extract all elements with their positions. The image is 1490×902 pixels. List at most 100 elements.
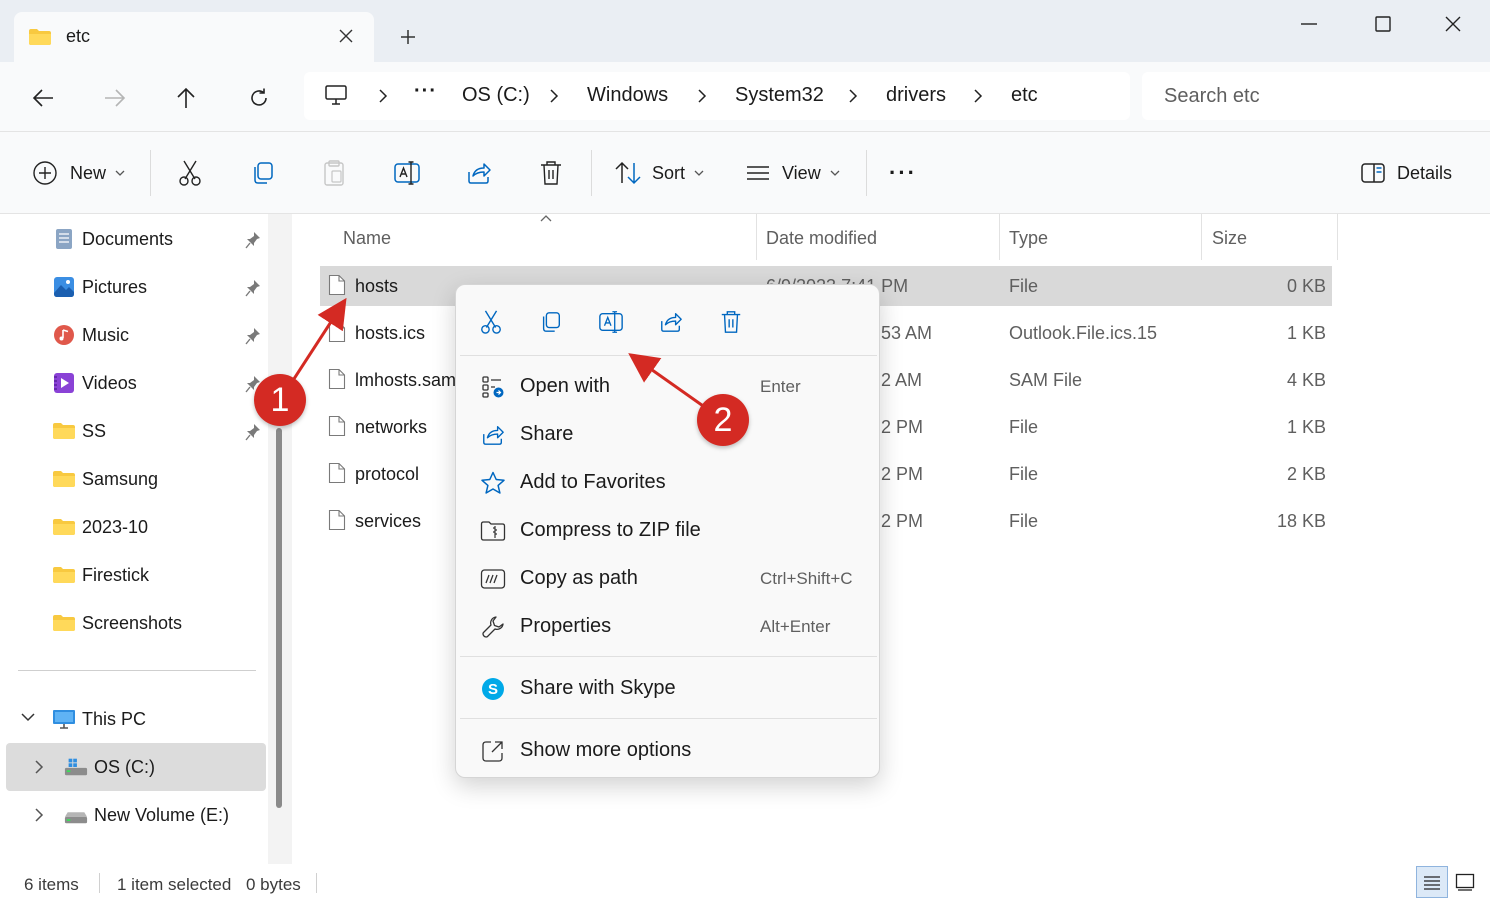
sidebar-item-pictures[interactable]: Pictures [52, 269, 147, 305]
details-pane-icon [1361, 163, 1385, 183]
breadcrumb-system32[interactable]: System32 [735, 84, 824, 107]
tab-close-button[interactable] [332, 22, 360, 50]
pin-icon[interactable] [245, 423, 261, 441]
context-share-button[interactable] [656, 307, 686, 337]
minimize-button[interactable] [1286, 8, 1332, 40]
skype-icon: S [480, 676, 506, 702]
chevron-down-icon[interactable] [20, 712, 36, 722]
sidebar-item-firestick[interactable]: Firestick [52, 557, 149, 593]
details-view-toggle[interactable] [1416, 866, 1448, 898]
folder-icon [52, 611, 76, 635]
sidebar-item-documents[interactable]: Documents [52, 221, 173, 257]
menu-item-properties[interactable]: Properties Alt+Enter [460, 604, 877, 648]
folder-icon [52, 419, 76, 443]
column-divider[interactable] [1337, 214, 1338, 260]
pin-icon[interactable] [245, 327, 261, 345]
toolbar-divider [866, 150, 867, 196]
up-button[interactable] [168, 80, 204, 116]
context-rename-button[interactable] [596, 307, 626, 337]
share-button[interactable] [466, 154, 492, 192]
breadcrumb-overflow[interactable]: ··· [414, 80, 437, 103]
pin-icon[interactable] [245, 279, 261, 297]
paste-button[interactable] [321, 154, 347, 192]
selection-count: 1 item selected [117, 875, 232, 894]
search-box[interactable] [1142, 72, 1490, 120]
column-divider[interactable] [756, 214, 757, 260]
column-header-date-modified[interactable]: Date modified [766, 214, 877, 262]
file-icon [328, 415, 346, 437]
column-header-type[interactable]: Type [1009, 214, 1048, 262]
delete-button[interactable] [538, 154, 564, 192]
chevron-right-icon [550, 89, 559, 103]
zip-folder-icon [480, 518, 506, 544]
sidebar-item-label: Pictures [82, 276, 148, 297]
menu-item-show-more-options[interactable]: Show more options [460, 728, 877, 772]
sidebar-item-videos[interactable]: Videos [52, 365, 137, 401]
menu-item-copy-as-path[interactable]: Copy as path Ctrl+Shift+C [460, 556, 877, 600]
search-input[interactable] [1164, 72, 1484, 120]
column-header-name[interactable]: Name [343, 214, 391, 262]
breadcrumb-os-c[interactable]: OS (C:) [462, 84, 530, 107]
sidebar-item-label: Videos [82, 372, 137, 393]
tab-etc[interactable]: etc [14, 12, 374, 62]
breadcrumb-windows[interactable]: Windows [587, 84, 668, 107]
sidebar-item-label: Firestick [82, 564, 149, 585]
refresh-icon [251, 88, 267, 106]
back-button[interactable] [25, 80, 61, 116]
pin-icon[interactable] [245, 231, 261, 249]
close-window-button[interactable] [1430, 8, 1476, 40]
arrow-up-icon [177, 87, 195, 108]
sidebar-item-2023-10[interactable]: 2023-10 [52, 509, 148, 545]
context-delete-button[interactable] [716, 307, 746, 337]
chevron-right-icon[interactable] [34, 807, 44, 823]
column-divider[interactable] [999, 214, 1000, 260]
column-divider[interactable] [1201, 214, 1202, 260]
file-size: 4 KB [1286, 370, 1326, 390]
new-tab-button[interactable] [393, 22, 423, 52]
sidebar-item-music[interactable]: Music [52, 317, 129, 353]
context-cut-button[interactable] [476, 307, 506, 337]
forward-button[interactable] [97, 80, 133, 116]
breadcrumb-etc[interactable]: etc [1011, 84, 1038, 107]
share-icon [480, 422, 506, 448]
computer-icon [325, 85, 347, 105]
sort-button[interactable]: Sort [614, 154, 705, 192]
refresh-button[interactable] [241, 80, 277, 116]
copy-button[interactable] [250, 154, 276, 192]
breadcrumb-drivers[interactable]: drivers [886, 84, 946, 107]
sidebar-item-new-volume-e[interactable]: New Volume (E:) [64, 797, 229, 833]
details-pane-button[interactable]: Details [1360, 154, 1452, 192]
folder-icon [29, 29, 51, 45]
new-button[interactable]: New [32, 154, 126, 192]
sidebar-item-os-c[interactable]: OS (C:) [64, 749, 155, 785]
more-options-icon [480, 738, 506, 764]
plus-icon [401, 30, 415, 44]
menu-item-compress-to-zip[interactable]: Compress to ZIP file [460, 508, 877, 552]
chevron-right-icon [974, 89, 983, 103]
column-header-size[interactable]: Size [1212, 214, 1247, 262]
menu-item-open-with[interactable]: Open with Enter [460, 364, 877, 408]
maximize-button[interactable] [1360, 8, 1406, 40]
address-bar[interactable]: ··· OS (C:) Windows System32 drivers etc [304, 72, 1130, 120]
sidebar-item-label: New Volume (E:) [94, 804, 230, 825]
menu-item-share-with-skype[interactable]: S Share with Skype [460, 666, 877, 710]
chevron-right-icon[interactable] [34, 759, 44, 775]
scrollbar-thumb[interactable] [276, 428, 282, 808]
sidebar-item-screenshots[interactable]: Screenshots [52, 605, 182, 641]
sidebar-scrollbar[interactable] [274, 428, 284, 808]
scissors-icon [179, 160, 201, 186]
sidebar-item-ss[interactable]: SS [52, 413, 106, 449]
chevron-right-icon [379, 89, 388, 103]
status-divider [99, 873, 100, 893]
more-options-button[interactable]: ··· [889, 154, 917, 192]
sidebar-item-samsung[interactable]: Samsung [52, 461, 158, 497]
sidebar-item-this-pc[interactable]: This PC [52, 701, 146, 737]
tiles-view-toggle[interactable] [1449, 866, 1481, 898]
menu-item-share[interactable]: Share [460, 412, 877, 456]
menu-item-add-to-favorites[interactable]: Add to Favorites [460, 460, 877, 504]
context-copy-button[interactable] [536, 307, 566, 337]
arrow-left-icon [32, 89, 53, 107]
cut-button[interactable] [177, 154, 203, 192]
rename-button[interactable] [393, 154, 421, 192]
view-button[interactable]: View [745, 154, 841, 192]
